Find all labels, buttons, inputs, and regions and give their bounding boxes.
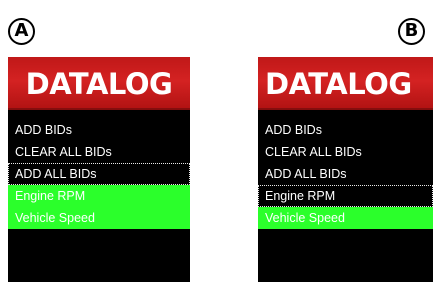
device-screen-b: DATALOG ADD BIDs CLEAR ALL BIDs ADD ALL … [258, 57, 433, 282]
screen-title: DATALOG [8, 57, 190, 110]
menu-item-add-bids[interactable]: ADD BIDs [258, 119, 433, 141]
screen-title: DATALOG [258, 57, 433, 110]
menu-item-engine-rpm[interactable]: Engine RPM [258, 185, 433, 207]
menu-item-clear-all-bids[interactable]: CLEAR ALL BIDs [8, 141, 190, 163]
panel-b-label: B [398, 18, 425, 45]
menu-item-clear-all-bids[interactable]: CLEAR ALL BIDs [258, 141, 433, 163]
datalog-menu: ADD BIDs CLEAR ALL BIDs ADD ALL BIDs Eng… [8, 119, 190, 229]
menu-item-vehicle-speed[interactable]: Vehicle Speed [8, 207, 190, 229]
device-screen-a: DATALOG ADD BIDs CLEAR ALL BIDs ADD ALL … [8, 57, 190, 282]
panel-a-label: A [8, 18, 35, 45]
menu-item-vehicle-speed[interactable]: Vehicle Speed [258, 207, 433, 229]
datalog-menu: ADD BIDs CLEAR ALL BIDs ADD ALL BIDs Eng… [258, 119, 433, 229]
menu-item-add-all-bids[interactable]: ADD ALL BIDs [258, 163, 433, 185]
menu-item-add-all-bids[interactable]: ADD ALL BIDs [8, 163, 190, 185]
menu-item-add-bids[interactable]: ADD BIDs [8, 119, 190, 141]
menu-item-engine-rpm[interactable]: Engine RPM [8, 185, 190, 207]
